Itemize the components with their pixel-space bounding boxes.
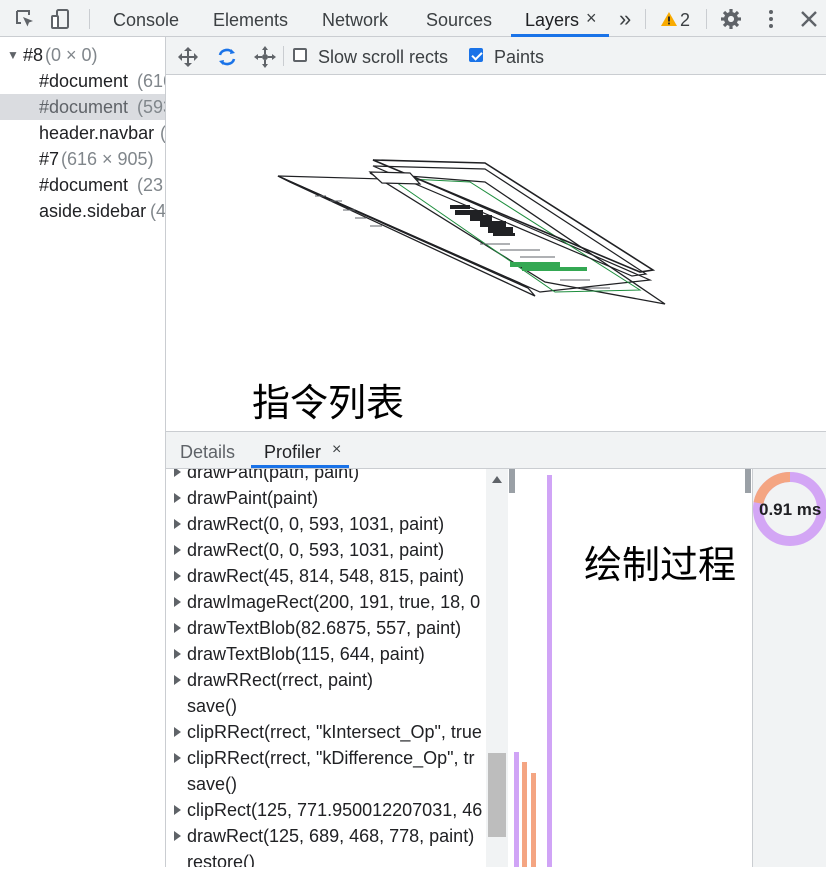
expand-triangle-icon[interactable] xyxy=(174,831,181,841)
layer-size: (0 × 0) xyxy=(45,45,98,65)
command-text: drawRect(0, 0, 593, 1031, paint) xyxy=(187,514,445,534)
tab-elements[interactable]: Elements xyxy=(213,10,288,31)
settings-gear-icon[interactable] xyxy=(720,8,742,35)
layer-name: aside.sidebar xyxy=(39,201,147,221)
inspect-element-icon[interactable] xyxy=(14,8,36,35)
detail-tab-strip: Details Profiler × xyxy=(166,431,826,469)
layer-size: (4 xyxy=(150,201,166,221)
layer-size: (23 xyxy=(137,175,164,195)
paint-time-pie-panel xyxy=(752,469,826,867)
command-text: drawRect(0, 0, 593, 1031, paint) xyxy=(187,540,445,560)
layer-name: #document xyxy=(39,97,129,117)
command-text: drawRect(125, 689, 468, 778, paint) xyxy=(187,826,475,846)
command-text: drawTextBlob(82.6875, 557, paint) xyxy=(187,618,462,638)
expand-triangle-icon[interactable] xyxy=(174,623,181,633)
close-devtools-icon[interactable] xyxy=(798,8,820,35)
tab-console[interactable]: Console xyxy=(113,10,179,31)
layer-name: header.navbar xyxy=(39,123,155,143)
command-text: restore() xyxy=(187,852,256,867)
pan-mode-icon[interactable] xyxy=(176,45,200,74)
paints-label[interactable]: Paints xyxy=(494,47,544,68)
command-text: drawTextBlob(115, 644, paint) xyxy=(187,644,425,664)
paints-checkbox[interactable] xyxy=(469,48,483,62)
command-text: drawImageRect(200, 191, true, 18, 0 xyxy=(187,592,481,612)
layer-tree-row[interactable]: header.navbar ( xyxy=(0,120,165,146)
reset-transform-icon[interactable] xyxy=(253,45,277,74)
rotate-mode-icon[interactable] xyxy=(215,45,239,74)
expand-triangle-icon[interactable] xyxy=(174,545,181,555)
tab-layers-close-icon[interactable]: × xyxy=(586,8,597,29)
active-tab-indicator xyxy=(251,465,349,468)
annotation-command-list: 指令列表 xyxy=(252,383,405,425)
command-text: drawPaint(paint) xyxy=(187,488,319,508)
profiler-close-icon[interactable]: × xyxy=(332,441,341,459)
command-text: clipRRect(rrect, "kIntersect_Op", true xyxy=(187,722,482,742)
layer-tree-row-selected[interactable]: #document (593 xyxy=(0,94,165,120)
command-text: drawRRect(rrect, paint) xyxy=(187,670,374,690)
command-text: clipRect(125, 771.950012207031, 46 xyxy=(187,800,483,820)
tab-network[interactable]: Network xyxy=(322,10,388,31)
layer-tree-row[interactable]: #document (616 xyxy=(0,68,165,94)
layer-name: #document xyxy=(39,71,129,91)
toolbar-divider xyxy=(89,9,90,29)
expand-triangle-icon[interactable]: ▼ xyxy=(7,42,19,68)
layer-tree: ▼ #8 (0 × 0) #document (616 #document (5… xyxy=(0,37,166,867)
scroll-up-arrow-icon[interactable] xyxy=(492,476,502,483)
expand-triangle-icon[interactable] xyxy=(174,597,181,607)
expand-triangle-icon[interactable] xyxy=(174,727,181,737)
slow-scroll-rects-checkbox[interactable] xyxy=(293,48,307,62)
expand-triangle-icon[interactable] xyxy=(174,649,181,659)
command-text: drawRect(45, 814, 548, 815, paint) xyxy=(187,566,465,586)
timeline-right-handle[interactable] xyxy=(745,469,751,493)
command-text: drawPath(path, paint) xyxy=(187,469,360,482)
command-text: clipRRect(rrect, "kDifference_Op", tr xyxy=(187,748,475,768)
timeline-bar xyxy=(514,752,519,867)
paint-profile-timeline[interactable] xyxy=(508,469,752,867)
expand-triangle-icon[interactable] xyxy=(174,675,181,685)
layers-toolbar: Slow scroll rects Paints xyxy=(166,37,826,75)
command-log-scroll-thumb[interactable] xyxy=(488,753,506,837)
layer-tree-row[interactable]: #document (23 xyxy=(0,172,165,198)
warning-count[interactable]: 2 xyxy=(680,10,690,31)
toolbar-divider xyxy=(706,9,707,29)
more-tabs-icon[interactable]: » xyxy=(619,6,631,32)
expand-triangle-icon[interactable] xyxy=(174,805,181,815)
expand-triangle-icon[interactable] xyxy=(174,469,181,477)
layer-name: #7 xyxy=(39,149,60,169)
tab-profiler[interactable]: Profiler xyxy=(264,442,321,463)
timeline-left-handle[interactable] xyxy=(509,469,515,493)
tab-details[interactable]: Details xyxy=(180,442,235,463)
slow-scroll-rects-label[interactable]: Slow scroll rects xyxy=(318,47,448,68)
expand-triangle-icon[interactable] xyxy=(174,571,181,581)
layer-tree-row[interactable]: aside.sidebar (4 xyxy=(0,198,166,224)
layer-name: #8 xyxy=(23,45,44,65)
warning-icon[interactable] xyxy=(660,10,678,33)
timeline-bar xyxy=(531,773,536,867)
timeline-bar xyxy=(547,475,552,867)
layer-tree-row[interactable]: #7 (616 × 905) xyxy=(0,146,165,172)
layer-size: (616 × 905) xyxy=(61,149,154,169)
tab-sources[interactable]: Sources xyxy=(426,10,492,31)
paint-command-log[interactable]: drawPath(path, paint) drawPaint(paint) dra… xyxy=(166,469,486,867)
paint-time-label: 0.91 ms xyxy=(759,500,822,519)
layer-tree-row[interactable]: ▼ #8 (0 × 0) xyxy=(0,42,165,68)
command-text: save() xyxy=(187,696,238,716)
toolbar-divider xyxy=(645,9,646,29)
layer-name: #document xyxy=(39,175,129,195)
tab-layers[interactable]: Layers xyxy=(525,10,579,31)
command-text: save() xyxy=(187,774,238,794)
layer-size: (593 xyxy=(137,97,165,117)
layer-size: (616 xyxy=(137,71,165,91)
more-options-icon[interactable] xyxy=(760,8,782,35)
expand-triangle-icon[interactable] xyxy=(174,753,181,763)
annotation-paint-process: 绘制过程 xyxy=(584,545,737,587)
expand-triangle-icon[interactable] xyxy=(174,519,181,529)
device-toolbar-icon[interactable] xyxy=(50,8,72,35)
devtools-tab-bar: Console Elements Network Sources Layers … xyxy=(0,0,826,37)
expand-triangle-icon[interactable] xyxy=(174,493,181,503)
toolbar-divider xyxy=(283,46,284,66)
timeline-bar xyxy=(522,762,527,867)
